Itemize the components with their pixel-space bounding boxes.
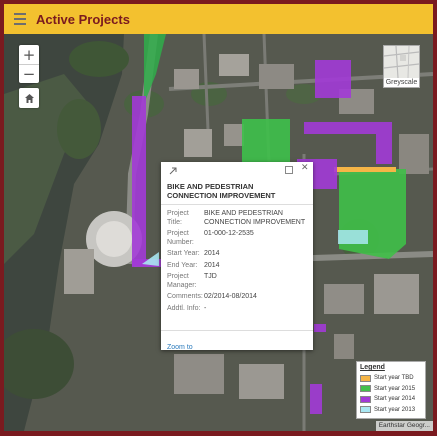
basemap-thumbnail — [384, 46, 419, 78]
field-row: Project Number: 01-000-12-2535 — [167, 230, 307, 247]
legend-label: Start year 2015 — [374, 385, 416, 392]
field-key: Start Year: — [167, 250, 200, 257]
legend-label: Start year TBD — [374, 375, 414, 382]
legend-swatch — [360, 395, 371, 403]
field-key: Comments: — [167, 293, 203, 300]
legend-swatch — [360, 406, 371, 414]
dock-icon[interactable] — [169, 167, 177, 175]
map-view[interactable]: + − Greyscale ✕ BIKE AND PEDESTRIAN CONN… — [4, 34, 433, 431]
legend-title: Legend — [360, 364, 385, 371]
field-key: Project Title: — [167, 210, 189, 226]
legend-item: Start year TBD — [360, 373, 422, 384]
legend-swatch — [360, 374, 371, 382]
app-title: Active Projects — [36, 11, 130, 27]
field-row: Project Title: BIKE AND PEDESTRIAN CONNEC… — [167, 210, 307, 227]
legend-panel: Legend Start year TBD Start year 2015 St… — [356, 361, 426, 419]
field-value: 2014 — [204, 261, 220, 269]
home-button[interactable] — [19, 88, 39, 108]
legend-item: Start year 2014 — [360, 394, 422, 405]
field-value: TJD — [204, 273, 217, 280]
field-row: Project Manager: TJD — [167, 273, 307, 290]
maximize-icon[interactable] — [285, 166, 293, 174]
popup-footer: Zoom to — [161, 330, 313, 351]
legend-swatch — [360, 385, 371, 393]
feature-popup: ✕ BIKE AND PEDESTRIAN CONNECTION IMPROVE… — [161, 162, 313, 351]
map-attribution: Earthstar Geogr... — [375, 421, 433, 431]
popup-fields: Project Title: BIKE AND PEDESTRIAN CONNEC… — [161, 205, 313, 313]
popup-toolbar: ✕ — [161, 162, 313, 178]
field-value: - — [204, 304, 207, 312]
field-value: 01-000-12-2535 — [204, 230, 254, 237]
field-key: Project Manager: — [167, 273, 197, 289]
field-key: End Year: — [167, 261, 198, 269]
legend-label: Start year 2013 — [374, 406, 416, 413]
zoom-control: + − — [19, 45, 39, 83]
field-row: Comments: 02/2014-08/2014 — [167, 293, 307, 302]
field-row: Addtl. Info: - — [167, 305, 307, 314]
legend-label: Start year 2014 — [374, 396, 416, 403]
field-row: End Year: 2014 — [167, 262, 307, 271]
field-key: Project Number: — [167, 230, 194, 246]
field-value: BIKE AND PEDESTRIAN CONNECTION IMPROVEME… — [204, 210, 306, 226]
zoom-to-link[interactable]: Zoom to — [167, 344, 193, 351]
zoom-out-button[interactable]: − — [19, 64, 39, 83]
field-value: 02/2014-08/2014 — [204, 293, 257, 300]
legend-item: Start year 2015 — [360, 384, 422, 395]
basemap-label: Greyscale — [385, 79, 418, 86]
legend-item: Start year 2013 — [360, 405, 422, 416]
app-header: Active Projects — [4, 4, 433, 34]
home-icon — [24, 93, 34, 103]
hamburger-menu-icon[interactable] — [6, 4, 34, 34]
basemap-toggle[interactable]: Greyscale — [383, 45, 420, 88]
popup-title: BIKE AND PEDESTRIAN CONNECTION IMPROVEME… — [161, 178, 313, 205]
zoom-in-button[interactable]: + — [19, 45, 39, 64]
app-frame: Active Projects + − Greyscale ✕ BIKE AND… — [0, 0, 437, 436]
field-row: Start Year: 2014 — [167, 250, 307, 259]
close-icon[interactable]: ✕ — [301, 163, 309, 173]
field-value: 2014 — [204, 250, 220, 257]
field-key: Addtl. Info: — [167, 304, 201, 312]
